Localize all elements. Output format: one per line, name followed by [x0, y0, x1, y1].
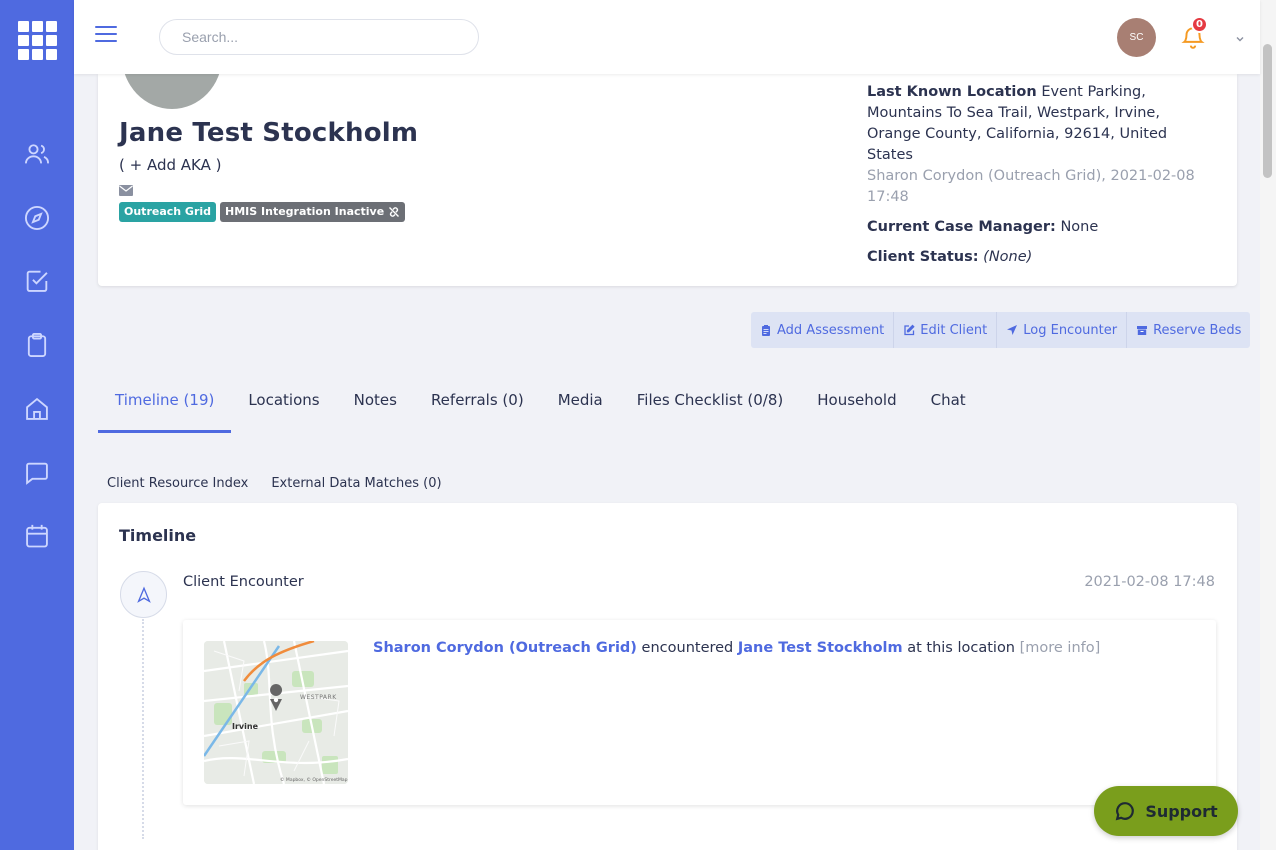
- more-info-link[interactable]: [more info]: [1020, 640, 1101, 656]
- search-input[interactable]: [159, 19, 479, 55]
- support-button[interactable]: Support: [1094, 786, 1238, 836]
- actor-link[interactable]: Sharon Corydon (Outreach Grid): [373, 640, 637, 656]
- client-tabs: Timeline (19) Locations Notes Referrals …: [98, 380, 983, 433]
- chat-icon[interactable]: [23, 459, 51, 487]
- tab-notes[interactable]: Notes: [337, 380, 414, 433]
- topbar: SC 0: [74, 0, 1260, 74]
- encounter-description: Sharon Corydon (Outreach Grid) encounter…: [373, 640, 1101, 656]
- tab-referrals[interactable]: Referrals (0): [414, 380, 541, 433]
- map-district-label: WESTPARK: [300, 694, 337, 701]
- map-attribution: © Mapbox, © OpenStreetMap: [280, 776, 348, 783]
- house-icon[interactable]: [23, 395, 51, 423]
- calendar-icon[interactable]: [23, 522, 51, 550]
- tab-locations[interactable]: Locations: [231, 380, 336, 433]
- tab-files-checklist[interactable]: Files Checklist (0/8): [620, 380, 800, 433]
- map-city-label: Irvine: [232, 722, 259, 731]
- outreach-grid-badge: Outreach Grid: [119, 202, 217, 222]
- timeline-title: Timeline: [119, 526, 197, 545]
- clipboard-icon: [762, 325, 770, 336]
- timeline-event-title: Client Encounter: [183, 574, 304, 590]
- notification-count-badge: 0: [1191, 16, 1208, 33]
- client-name: Jane Test Stockholm: [119, 118, 419, 148]
- timeline-event-date: 2021-02-08 17:48: [1084, 574, 1215, 590]
- client-status: Client Status: (None): [867, 249, 1033, 265]
- tab-household[interactable]: Household: [800, 380, 913, 433]
- last-location-meta: Sharon Corydon (Outreach Grid), 2021-02-…: [867, 168, 1195, 205]
- add-aka-link[interactable]: ( + Add AKA ): [119, 156, 221, 174]
- unlink-icon: [389, 207, 400, 217]
- avatar[interactable]: SC: [1117, 18, 1156, 57]
- archive-icon: [1137, 326, 1148, 335]
- checkbox-icon[interactable]: [23, 267, 51, 295]
- sidebar: [0, 0, 74, 850]
- encounter-map[interactable]: Irvine WESTPARK © Mapbox, © OpenStreetMa…: [204, 641, 348, 784]
- menu-toggle-icon[interactable]: [95, 26, 117, 44]
- timeline-card: Timeline Client Encounter 2021-02-08 17:…: [98, 503, 1237, 850]
- apps-grid-icon[interactable]: [18, 21, 57, 60]
- mail-icon[interactable]: [119, 181, 133, 196]
- client-info-panel: Last Known Location Event Parking, Mount…: [867, 82, 1217, 268]
- timeline-event-card: Irvine WESTPARK © Mapbox, © OpenStreetMa…: [183, 620, 1216, 805]
- client-actions: Add Assessment Edit Client Log Encounter…: [751, 312, 1251, 348]
- timeline-connector: [142, 619, 144, 839]
- last-known-location: Last Known Location Event Parking, Mount…: [867, 84, 1168, 163]
- subtab-external-data-matches[interactable]: External Data Matches (0): [271, 476, 441, 491]
- clipboard-icon[interactable]: [23, 331, 51, 359]
- page-scrollbar[interactable]: [1260, 0, 1276, 850]
- tab-timeline[interactable]: Timeline (19): [98, 380, 232, 433]
- log-encounter-button[interactable]: Log Encounter: [997, 312, 1128, 348]
- users-icon[interactable]: [23, 140, 51, 168]
- client-photo: [122, 74, 222, 109]
- subtab-client-resource-index[interactable]: Client Resource Index: [107, 476, 248, 491]
- add-assessment-button[interactable]: Add Assessment: [751, 312, 895, 348]
- tab-chat[interactable]: Chat: [914, 380, 983, 433]
- edit-icon: [904, 324, 915, 336]
- encounter-icon: [120, 571, 167, 618]
- current-case-manager: Current Case Manager: None: [867, 219, 1099, 235]
- scrollbar-thumb[interactable]: [1263, 44, 1272, 178]
- reserve-beds-button[interactable]: Reserve Beds: [1127, 312, 1250, 348]
- compass-icon[interactable]: [23, 204, 51, 232]
- client-profile-card: Jane Test Stockholm ( + Add AKA ) Outrea…: [98, 74, 1237, 286]
- tab-media[interactable]: Media: [541, 380, 620, 433]
- hmis-status-label: HMIS Integration Inactive: [225, 205, 385, 218]
- chevron-down-icon[interactable]: [1234, 30, 1246, 42]
- chat-bubble-icon: [1115, 802, 1135, 821]
- client-link[interactable]: Jane Test Stockholm: [738, 640, 903, 656]
- location-arrow-icon: [1007, 325, 1018, 335]
- client-badges: Outreach Grid HMIS Integration Inactive: [119, 202, 406, 222]
- edit-client-button[interactable]: Edit Client: [894, 312, 998, 348]
- sub-tabs: Client Resource Index External Data Matc…: [107, 476, 442, 491]
- hmis-status-badge: HMIS Integration Inactive: [220, 202, 406, 222]
